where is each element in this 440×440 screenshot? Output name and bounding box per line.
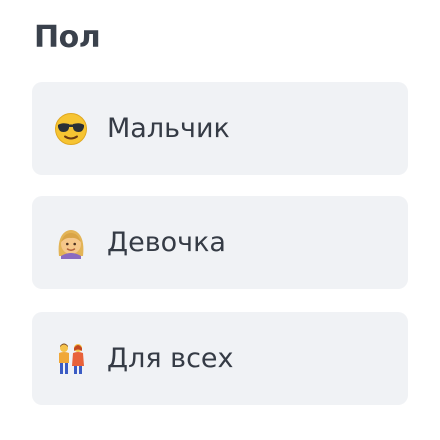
woman-face-icon	[53, 225, 89, 261]
option-all[interactable]: Для всех	[32, 312, 408, 405]
option-girl[interactable]: Девочка	[32, 196, 408, 289]
option-label: Для всех	[107, 343, 234, 374]
two-people-icon	[53, 341, 89, 377]
option-label: Мальчик	[107, 113, 230, 144]
cool-face-icon	[53, 111, 89, 147]
gender-panel: Пол Мальчик Девочка Для всех	[0, 0, 440, 440]
section-title: Пол	[34, 20, 101, 55]
option-label: Девочка	[107, 227, 226, 258]
option-boy[interactable]: Мальчик	[32, 82, 408, 175]
